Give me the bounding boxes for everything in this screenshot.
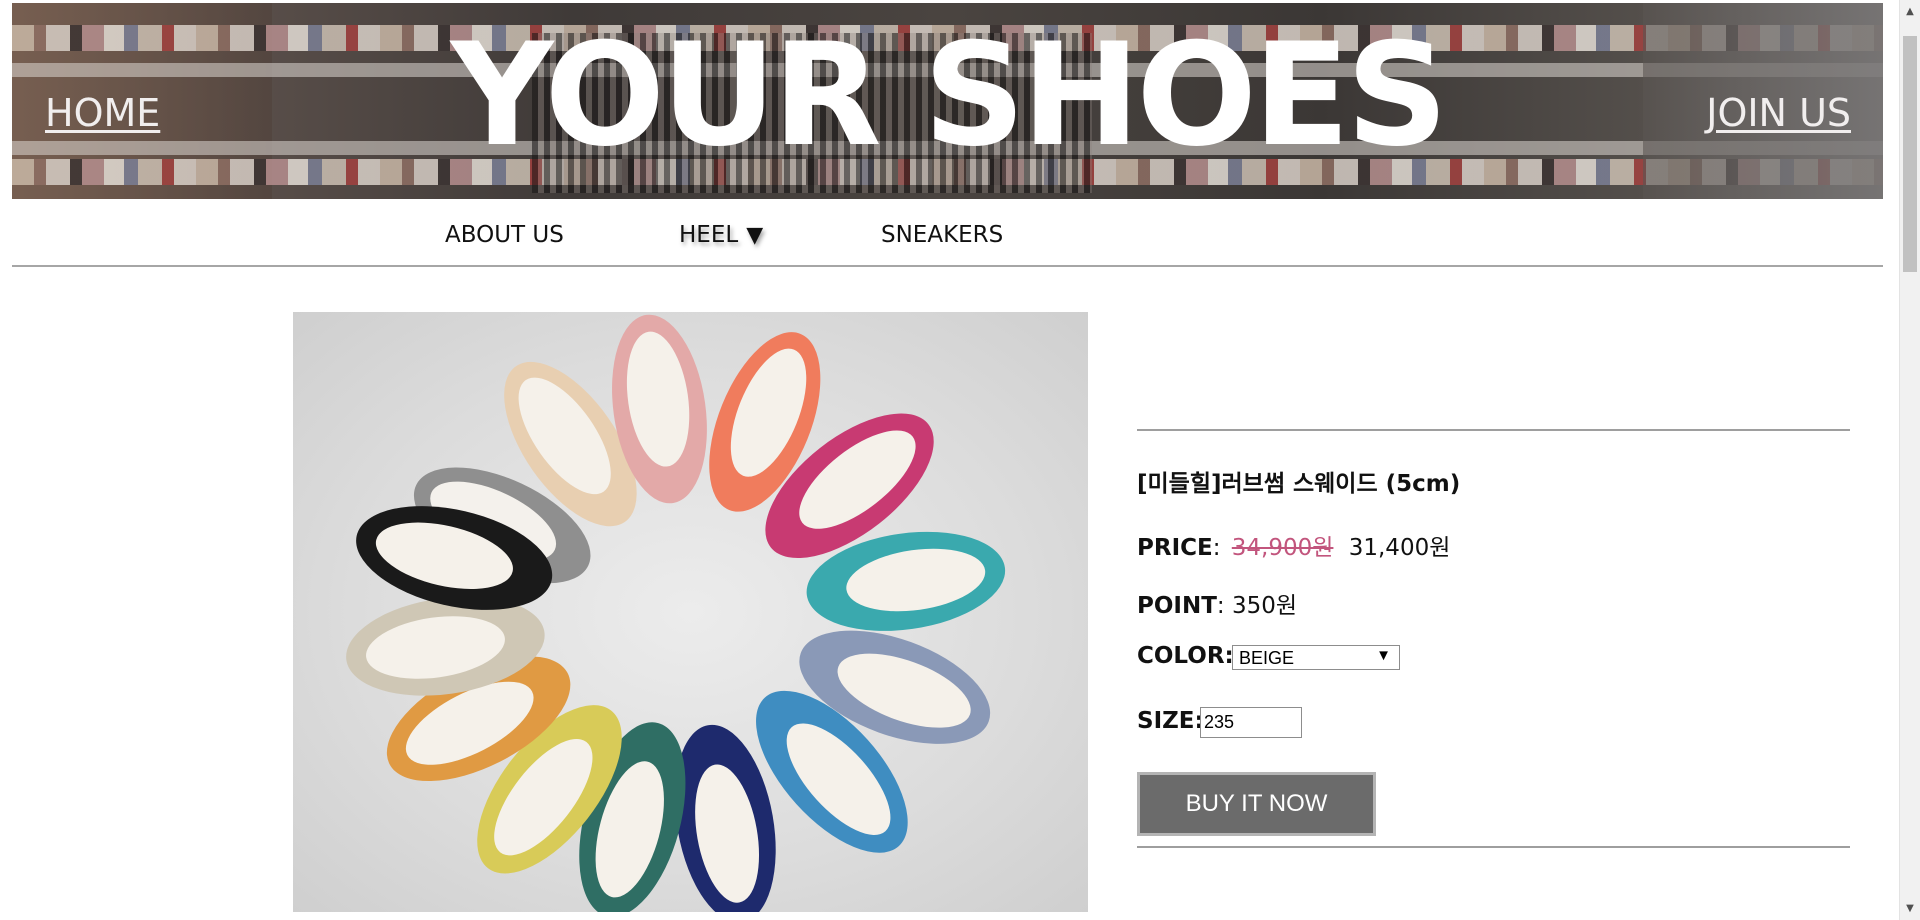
price-row: PRICE: 34,900원 31,400원: [1137, 528, 1450, 562]
nav-item-sneakers[interactable]: SNEAKERS: [881, 222, 1003, 248]
nav-item-heel-label: HEEL: [679, 222, 739, 248]
join-us-link[interactable]: JOIN US: [1706, 91, 1851, 135]
price-label: PRICE: [1137, 535, 1213, 561]
color-select[interactable]: BEIGE ▼: [1232, 645, 1400, 670]
buy-it-now-button[interactable]: BUY IT NOW: [1137, 772, 1376, 836]
scrollbar-thumb[interactable]: [1903, 36, 1917, 272]
size-label: SIZE:: [1137, 708, 1204, 734]
nav-item-about-us[interactable]: ABOUT US: [445, 222, 564, 248]
product-image: [293, 312, 1088, 912]
sale-price: 31,400원: [1348, 535, 1451, 561]
vertical-scrollbar[interactable]: ▲ ▼: [1899, 0, 1920, 920]
header-banner: YOUR SHOES HOME JOIN US: [12, 3, 1883, 199]
point-value: 350원: [1231, 593, 1298, 619]
price-colon: :: [1212, 535, 1221, 561]
size-row: SIZE:: [1137, 708, 1204, 734]
home-link[interactable]: HOME: [45, 91, 160, 135]
point-row: POINT: 350원: [1137, 586, 1297, 620]
original-price: 34,900원: [1231, 535, 1334, 561]
scroll-down-arrow-icon[interactable]: ▼: [1900, 900, 1920, 918]
divider: [1137, 846, 1850, 848]
color-row: COLOR:: [1137, 643, 1234, 669]
dropdown-arrow-icon: ▼: [1376, 647, 1391, 664]
color-label: COLOR:: [1137, 643, 1234, 669]
site-title: YOUR SHOES: [450, 13, 1449, 178]
point-label: POINT: [1137, 593, 1217, 619]
divider: [1137, 429, 1850, 431]
caret-down-icon: ▼: [746, 223, 764, 248]
main-nav: ABOUT US HEEL ▼ SNEAKERS: [12, 199, 1883, 267]
color-selected-value: BEIGE: [1239, 648, 1295, 668]
size-input[interactable]: [1200, 707, 1302, 738]
scroll-up-arrow-icon[interactable]: ▲: [1900, 3, 1920, 21]
nav-item-heel[interactable]: HEEL ▼: [679, 222, 763, 248]
point-colon: :: [1216, 593, 1225, 619]
product-name: [미들힐]러브썸 스웨이드 (5cm): [1137, 471, 1461, 497]
